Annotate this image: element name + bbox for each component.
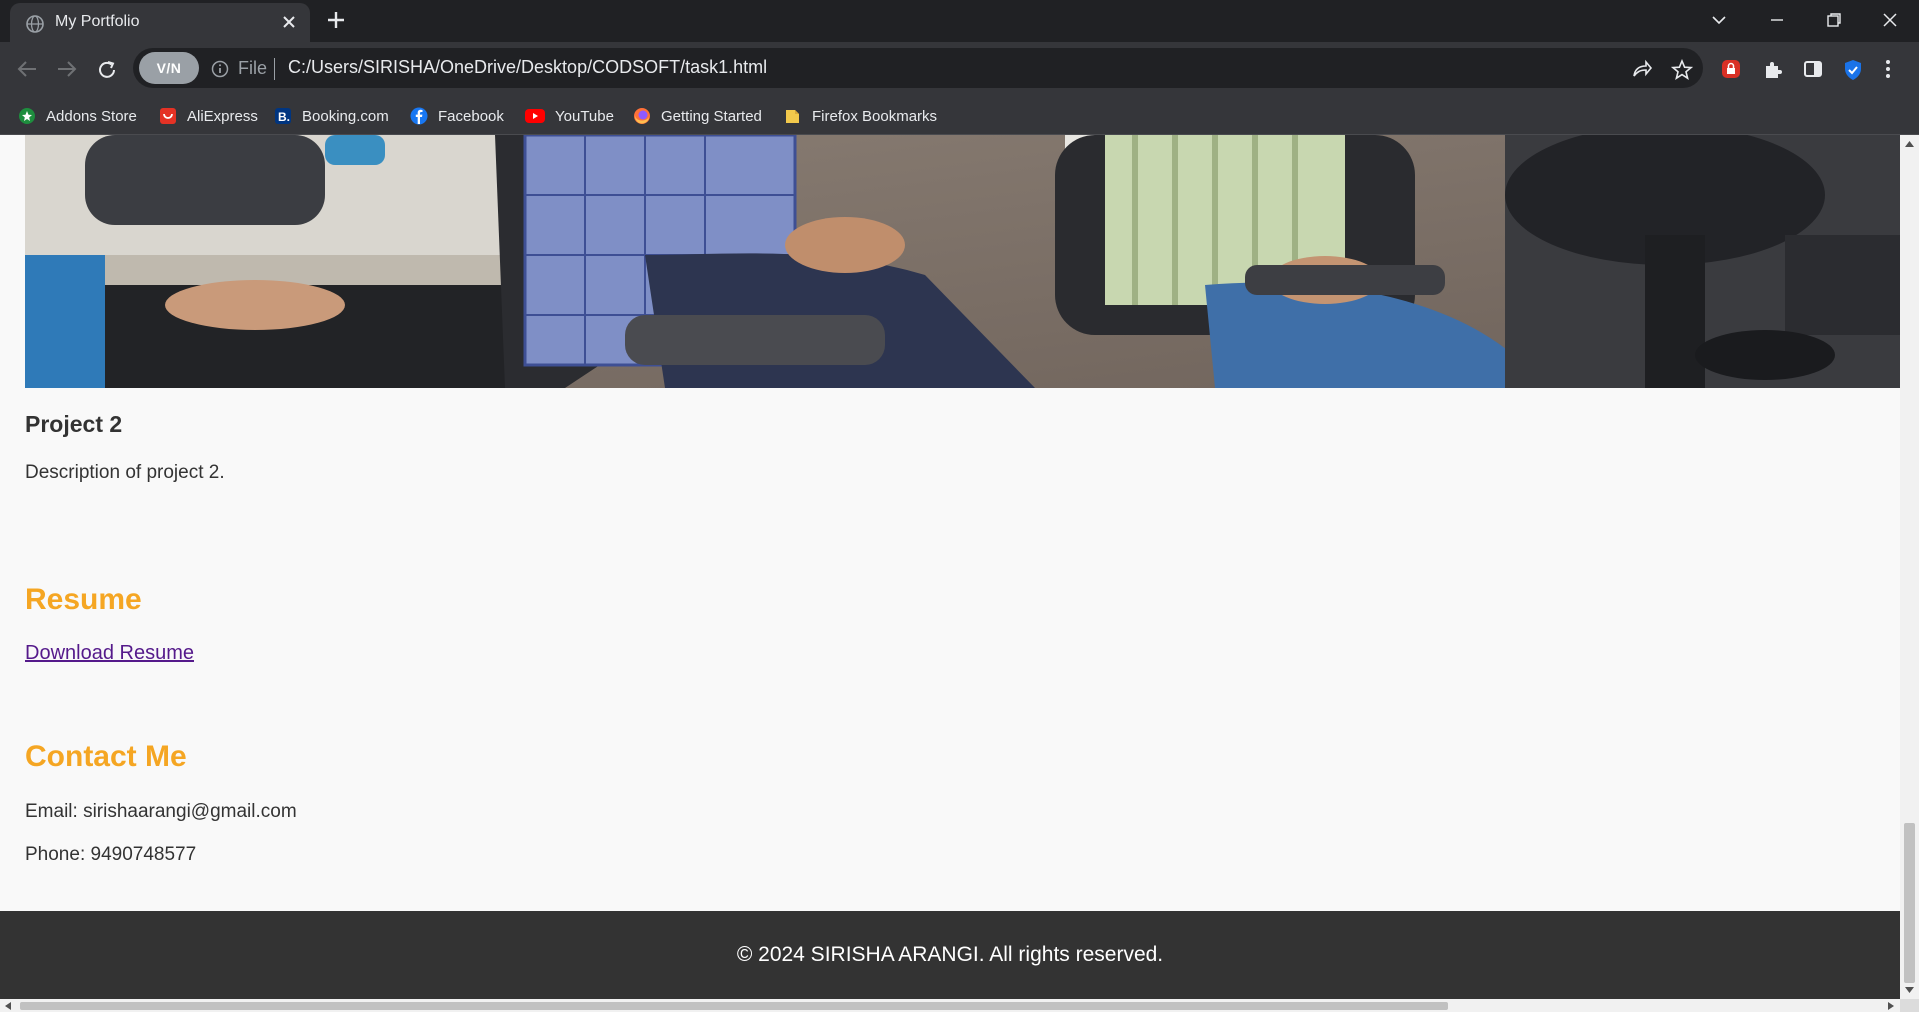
extension-red-icon[interactable] xyxy=(1721,59,1741,79)
horizontal-scrollbar[interactable] xyxy=(0,999,1900,1012)
horizontal-scroll-thumb[interactable] xyxy=(20,1002,1448,1010)
folder-icon xyxy=(784,107,802,125)
puzzle-icon[interactable] xyxy=(1762,59,1784,81)
vertical-scroll-thumb[interactable] xyxy=(1904,823,1915,983)
addons-icon xyxy=(18,107,36,125)
bookmark-booking[interactable]: B. Booking.com xyxy=(274,105,389,127)
facebook-icon xyxy=(410,107,428,125)
bookmark-facebook[interactable]: Facebook xyxy=(410,105,504,127)
plus-icon[interactable] xyxy=(326,10,346,30)
youtube-icon xyxy=(525,109,545,123)
resume-heading: Resume xyxy=(25,583,142,616)
more-icon[interactable] xyxy=(1884,59,1892,79)
sidepanel-icon[interactable] xyxy=(1803,59,1823,79)
bookmark-folder-firefox[interactable]: Firefox Bookmarks xyxy=(784,105,937,127)
tab-search-icon[interactable] xyxy=(1710,11,1728,29)
scrollbar-corner xyxy=(1900,999,1919,1012)
firefox-icon xyxy=(633,107,651,125)
info-icon[interactable] xyxy=(211,60,229,78)
page-viewport: Project 2 Description of project 2. Resu… xyxy=(0,135,1900,999)
url-scheme: File xyxy=(238,58,268,78)
scroll-down-icon[interactable] xyxy=(1905,987,1914,993)
bookmark-label: Getting Started xyxy=(661,107,762,125)
bookmark-label: Firefox Bookmarks xyxy=(812,107,938,125)
bookmarks-bar: Addons Store AliExpress B. Booking.com F… xyxy=(0,96,1919,135)
vertical-scrollbar[interactable] xyxy=(1900,135,1919,999)
address-bar[interactable]: V/N File C:/Users/SIRISHA/OneDrive/Deskt… xyxy=(133,48,1703,88)
project-image xyxy=(25,135,1900,388)
bookmark-label: Booking.com xyxy=(302,107,389,125)
tab-title: My Portfolio xyxy=(55,13,140,30)
footer-text: © 2024 SIRISHA ARANGI. All rights reserv… xyxy=(736,943,1164,966)
contact-email: Email: sirishaarangi@gmail.com xyxy=(25,801,297,822)
bookmark-aliexpress[interactable]: AliExpress xyxy=(159,105,258,127)
browser-chrome: My Portfolio V/N File C:/Users/SIRISHA/O… xyxy=(0,0,1919,135)
url-divider xyxy=(274,58,275,80)
bookmark-label: AliExpress xyxy=(187,107,258,125)
booking-icon: B. xyxy=(274,107,292,125)
svg-text:B.: B. xyxy=(278,110,290,124)
globe-icon xyxy=(26,15,44,33)
restore-icon[interactable] xyxy=(1825,11,1843,29)
bookmark-label: Facebook xyxy=(438,107,504,125)
download-resume-link[interactable]: Download Resume xyxy=(25,642,194,665)
close-icon[interactable] xyxy=(282,15,296,29)
bookmark-label: Addons Store xyxy=(46,107,137,125)
contact-heading: Contact Me xyxy=(25,740,187,773)
tab-strip: My Portfolio xyxy=(0,0,1919,42)
project-title: Project 2 xyxy=(25,411,123,437)
scroll-left-icon[interactable] xyxy=(5,1002,11,1010)
scroll-right-icon[interactable] xyxy=(1888,1002,1894,1010)
contact-phone: Phone: 9490748577 xyxy=(25,844,197,865)
footer: © 2024 SIRISHA ARANGI. All rights reserv… xyxy=(0,911,1900,999)
shield-icon[interactable] xyxy=(1843,59,1863,81)
back-icon[interactable] xyxy=(16,59,38,79)
url-text[interactable]: C:/Users/SIRISHA/OneDrive/Desktop/CODSOF… xyxy=(288,57,767,78)
forward-icon[interactable] xyxy=(56,59,78,79)
bookmark-addons-store[interactable]: Addons Store xyxy=(18,105,137,127)
share-icon[interactable] xyxy=(1631,59,1653,79)
minimize-icon[interactable] xyxy=(1768,11,1786,29)
bookmark-youtube[interactable]: YouTube xyxy=(525,105,614,127)
vpn-badge[interactable]: V/N xyxy=(139,52,199,84)
bookmark-getting-started[interactable]: Getting Started xyxy=(633,105,762,127)
reload-icon[interactable] xyxy=(96,59,118,81)
aliexpress-icon xyxy=(159,107,177,125)
scroll-up-icon[interactable] xyxy=(1905,141,1914,147)
close-window-icon[interactable] xyxy=(1881,11,1899,29)
toolbar: V/N File C:/Users/SIRISHA/OneDrive/Deskt… xyxy=(0,42,1919,96)
project-description: Description of project 2. xyxy=(25,462,225,483)
bookmark-label: YouTube xyxy=(555,107,614,125)
tab-my-portfolio[interactable]: My Portfolio xyxy=(10,3,310,42)
star-icon[interactable] xyxy=(1671,59,1693,81)
